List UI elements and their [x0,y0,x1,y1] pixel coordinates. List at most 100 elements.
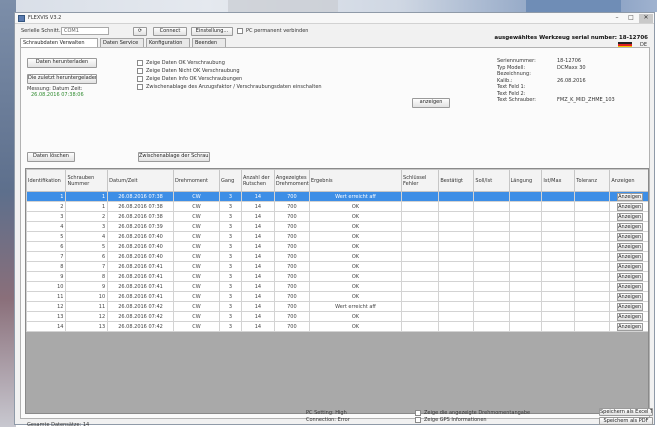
last-data-button[interactable]: Die zuletzt heruntergeladenen... [27,74,97,84]
clear-data-button[interactable]: Daten löschen [27,152,75,162]
cell-empty [508,241,543,252]
table-row[interactable]: 9 8 26.08.2016 07:41 CW 3 14 700 OK Anzeigen [26,271,648,282]
export-clipboard-button[interactable]: Zwischenablage der Schraub... [138,152,210,162]
anzeigen-button[interactable]: Anzeigen [616,202,643,211]
cell-empty [541,271,576,282]
serial-port-select[interactable]: COM1 [61,27,109,35]
maximize-icon[interactable]: □ [624,14,638,23]
show-torque-label: Zeige die angezeigte Drehmomentangabe [424,410,531,416]
col-header-show[interactable]: Anzeigen [609,169,648,192]
table-row[interactable]: 8 7 26.08.2016 07:41 CW 3 14 700 OK Anzeigen [26,261,648,272]
col-header-id[interactable]: Identifikation [26,169,67,192]
app-icon [18,15,25,22]
anzeigen-button[interactable]: Anzeigen [616,282,643,291]
data-grid[interactable]: Identifikation Schrauben Nummer Datum/Ze… [25,168,649,414]
cell-gang: 3 [219,231,242,242]
anzeigen-button[interactable]: Anzeigen [616,322,643,331]
cell-datetime: 26.08.2016 07:42 [107,321,174,332]
pc-permanent-checkbox[interactable] [237,28,243,34]
cell-gang: 3 [219,191,242,202]
table-row[interactable]: 6 5 26.08.2016 07:40 CW 3 14 700 OK Anzeigen [26,241,648,252]
option-nok-label: Zeige Daten Nicht OK Verschraubung [146,68,240,74]
tab-daten-service[interactable]: Daten Service [100,38,144,47]
table-row[interactable]: 10 9 26.08.2016 07:41 CW 3 14 700 OK Anzeigen [26,281,648,292]
cell-count: 14 [240,271,275,282]
table-row[interactable]: 12 11 26.08.2016 07:42 CW 3 14 700 Wert erreich… [26,301,648,312]
col-header-count[interactable]: Anzahl der Rutschen [240,169,275,192]
port-refresh-icon[interactable]: ⟳ [133,27,147,36]
anzeigen-button[interactable]: Anzeigen [616,262,643,271]
option-clipboard-checkbox[interactable] [137,84,143,90]
table-row[interactable]: 1 1 26.08.2016 07:38 CW 3 14 700 Wert erreicht … [26,191,648,202]
cell-show: Anzeigen [609,271,648,282]
tool-info-labels: Seriennummer: Typ Modell: Bezeichnung: K… [497,58,536,103]
cell-empty [438,301,475,312]
serial-port-label: Serielle Schnitt..: [21,28,64,34]
cell-datetime: 26.08.2016 07:41 [107,261,174,272]
table-row[interactable]: 11 10 26.08.2016 07:41 CW 3 14 700 OK Anzeigen [26,291,648,302]
anzeigen-button[interactable]: Anzeigen [616,222,643,231]
cell-datetime: 26.08.2016 07:38 [107,211,174,222]
cell-torque: CW [172,221,221,232]
cell-empty [438,291,475,302]
show-gps-label: Zeige GPS Informationen [424,417,487,423]
cell-num: 4 [65,231,109,242]
table-row[interactable]: 5 4 26.08.2016 07:40 CW 3 14 700 OK Anzeigen [26,231,648,242]
col-header-max[interactable]: Ist/Max [541,169,576,192]
cell-gang: 3 [219,211,242,222]
cell-empty [438,221,475,232]
anzeigen-button[interactable]: Anzeigen [616,212,643,221]
anzeigen-button[interactable]: Anzeigen [616,192,643,201]
col-header-num[interactable]: Schrauben Nummer [65,169,109,192]
option-info-label: Zeige Daten Info OK Verschraubungen [146,76,243,82]
show-gps-checkbox[interactable] [415,417,421,423]
anzeigen-filter-button[interactable]: anzeigen [412,98,450,108]
cell-id: 9 [26,271,67,282]
table-row[interactable]: 14 13 26.08.2016 07:42 CW 3 14 700 OK Anzeigen [26,321,648,332]
col-header-result[interactable]: Ergebnis [308,169,403,192]
settings-button[interactable]: Einstellung... [191,27,233,36]
col-header-error[interactable]: Schlüssel Fehler [401,169,440,192]
cell-torque: CW [172,311,221,322]
cell-empty [574,281,611,292]
cell-empty [508,261,543,272]
save-pdf-button[interactable]: Speichern als PDF [599,417,653,425]
cell-empty [541,221,576,232]
col-header-gang[interactable]: Gang [219,169,242,192]
table-row[interactable]: 13 12 26.08.2016 07:42 CW 3 14 700 OK Anzeigen [26,311,648,322]
minimize-icon[interactable]: – [610,14,624,23]
anzeigen-button[interactable]: Anzeigen [616,312,643,321]
col-header-target[interactable]: Soll/Ist [473,169,510,192]
col-header-torque[interactable]: Drehmoment [172,169,221,192]
cell-count: 14 [240,321,275,332]
col-header-datetime[interactable]: Datum/Zeit [107,169,174,192]
table-row[interactable]: 3 2 26.08.2016 07:38 CW 3 14 700 OK Anzeigen [26,211,648,222]
table-row[interactable]: 7 6 26.08.2016 07:40 CW 3 14 700 OK Anzeigen [26,251,648,262]
cell-empty [574,291,611,302]
table-row[interactable]: 2 1 26.08.2016 07:38 CW 3 14 700 OK Anzeigen [26,201,648,212]
anzeigen-button[interactable]: Anzeigen [616,302,643,311]
save-excel-button[interactable]: Speichern als Excel Tabelle [599,408,653,416]
cell-empty [541,291,576,302]
cell-num: 7 [65,261,109,272]
cell-empty [541,301,576,312]
col-header-tolerance[interactable]: Toleranz [574,169,611,192]
connect-button[interactable]: Connect [153,27,187,36]
close-icon[interactable]: ✕ [639,14,653,23]
col-header-length[interactable]: Längung [508,169,543,192]
option-ok-checkbox[interactable] [137,60,143,66]
tab-beenden[interactable]: Beenden [192,38,226,47]
anzeigen-button[interactable]: Anzeigen [616,232,643,241]
tab-konfiguration[interactable]: Konfiguration [146,38,190,47]
col-header-value[interactable]: Angezeigtes Drehmoment [273,169,310,192]
anzeigen-button[interactable]: Anzeigen [616,272,643,281]
option-info-checkbox[interactable] [137,76,143,82]
col-header-confirmed[interactable]: Bestätigt [438,169,475,192]
option-nok-checkbox[interactable] [137,68,143,74]
table-row[interactable]: 4 3 26.08.2016 07:39 CW 3 14 700 OK Anzeigen [26,221,648,232]
anzeigen-button[interactable]: Anzeigen [616,242,643,251]
anzeigen-button[interactable]: Anzeigen [616,252,643,261]
read-data-button[interactable]: Daten herunterladen [27,58,97,68]
anzeigen-button[interactable]: Anzeigen [616,292,643,301]
show-torque-checkbox[interactable] [415,410,421,416]
